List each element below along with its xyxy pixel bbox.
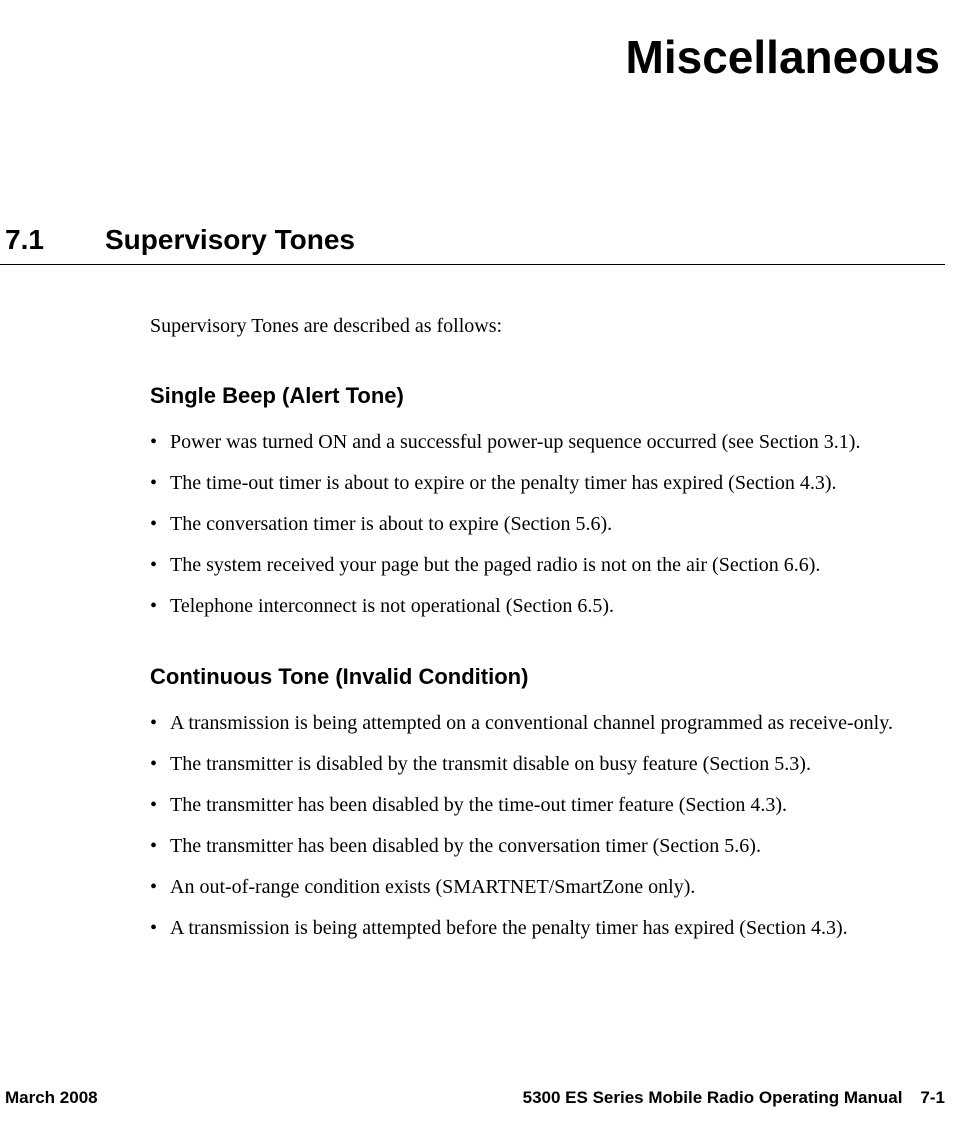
- list-item: The transmitter is disabled by the trans…: [150, 751, 915, 777]
- document-page: Miscellaneous 7.1Supervisory Tones Super…: [0, 0, 975, 1130]
- section-number: 7.1: [5, 224, 105, 256]
- list-item: An out-of-range condition exists (SMARTN…: [150, 874, 915, 900]
- list-item: The conversation timer is about to expir…: [150, 511, 915, 537]
- list-item: A transmission is being attempted before…: [150, 915, 915, 941]
- footer-manual-title: 5300 ES Series Mobile Radio Operating Ma…: [523, 1088, 903, 1107]
- list-item: The system received your page but the pa…: [150, 552, 915, 578]
- section-intro: Supervisory Tones are described as follo…: [150, 315, 915, 338]
- chapter-title: Miscellaneous: [0, 30, 945, 84]
- footer-date: March 2008: [5, 1088, 98, 1108]
- subsection-title: Continuous Tone (Invalid Condition): [150, 664, 945, 690]
- footer-page-number: 7-1: [920, 1088, 945, 1107]
- section-heading: 7.1Supervisory Tones: [0, 224, 945, 265]
- page-footer: March 2008 5300 ES Series Mobile Radio O…: [5, 1088, 945, 1108]
- section-title: Supervisory Tones: [105, 224, 355, 255]
- list-item: The transmitter has been disabled by the…: [150, 792, 915, 818]
- footer-right: 5300 ES Series Mobile Radio Operating Ma…: [523, 1088, 945, 1108]
- list-item: The time-out timer is about to expire or…: [150, 470, 915, 496]
- bullet-list: A transmission is being attempted on a c…: [150, 710, 915, 941]
- bullet-list: Power was turned ON and a successful pow…: [150, 429, 915, 619]
- list-item: Power was turned ON and a successful pow…: [150, 429, 915, 455]
- subsection-title: Single Beep (Alert Tone): [150, 383, 945, 409]
- list-item: Telephone interconnect is not operationa…: [150, 593, 915, 619]
- list-item: The transmitter has been disabled by the…: [150, 833, 915, 859]
- list-item: A transmission is being attempted on a c…: [150, 710, 915, 736]
